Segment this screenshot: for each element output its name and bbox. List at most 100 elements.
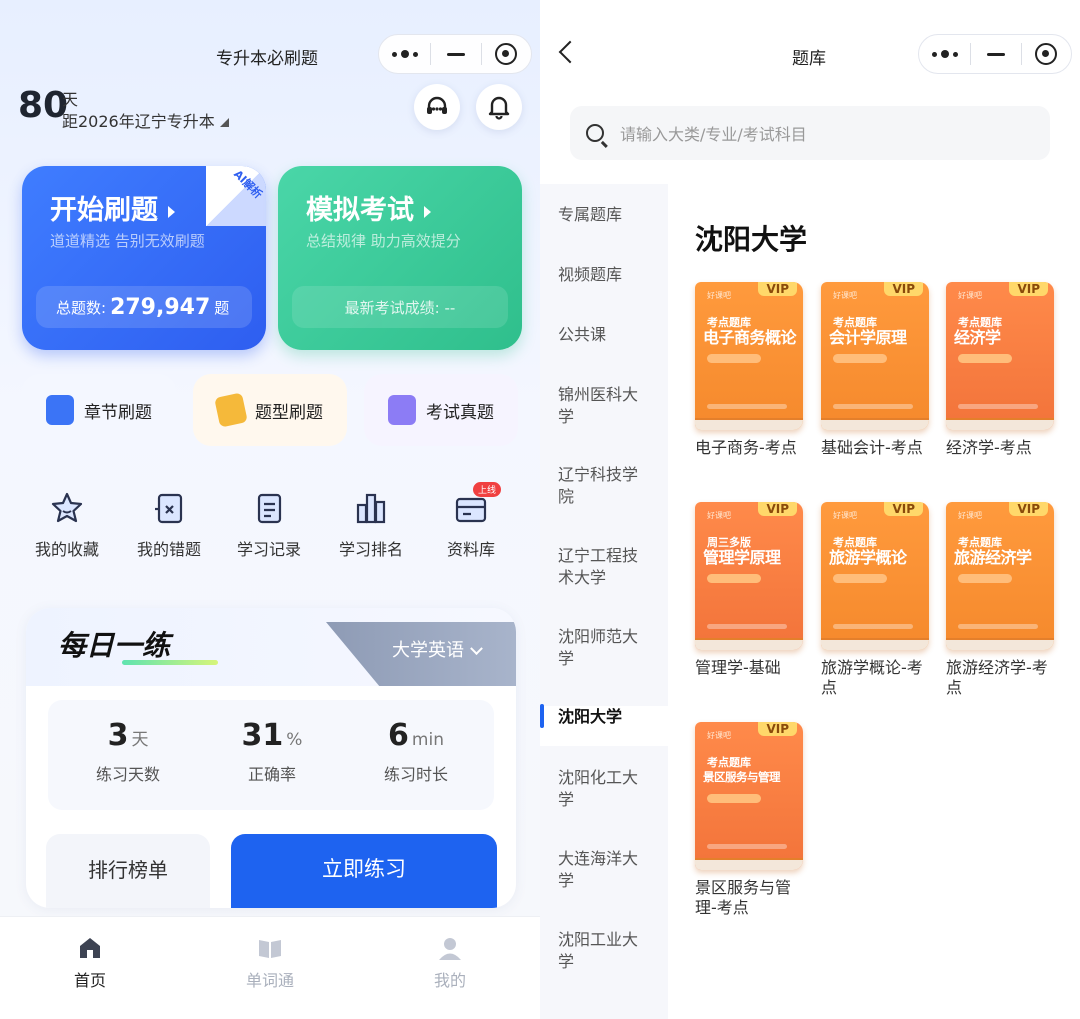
back-arrow-icon[interactable] [558, 40, 582, 64]
chapter-practice-button[interactable]: 章节刷题 [22, 374, 176, 446]
sidebar-item[interactable]: 公共课 [540, 324, 668, 346]
close-mini-program-icon[interactable] [1022, 35, 1071, 73]
daily-practice-panel: 每日一练 大学英语 3天 练习天数 31% 正确率 6 min 练习时长 排行榜单… [26, 608, 516, 908]
nav-title: 题库 [792, 49, 826, 69]
notification-button[interactable] [476, 84, 522, 130]
home-icon [77, 935, 103, 961]
sidebar-item[interactable]: 锦州医科大学 [540, 384, 668, 428]
book-cover: VIP 好课吧 考点题库 会计学原理 [821, 282, 929, 430]
vip-badge: VIP [884, 502, 923, 516]
mini-program-capsule [378, 34, 532, 74]
sidebar-item[interactable]: 专属题库 [540, 204, 668, 226]
sidebar-item[interactable]: 辽宁工程技术大学 [540, 545, 668, 589]
sidebar-item[interactable]: 沈阳师范大学 [540, 626, 668, 670]
start-practice-card[interactable]: 开始刷题 道道精选 告别无效刷题 总题数: 279,947 题 AI解析 [22, 166, 266, 350]
study-record-icon [247, 488, 291, 528]
favorites-button[interactable]: 我的收藏 [22, 488, 112, 560]
book-card[interactable]: VIP 好课吧 周三多版 管理学原理 管理学-基础 [695, 502, 803, 678]
past-exam-icon [388, 395, 416, 425]
sidebar-item[interactable]: 大连海洋大学 [540, 848, 668, 892]
book-cover: VIP 好课吧 考点题库 旅游经济学 [946, 502, 1054, 650]
chapter-icon [46, 395, 74, 425]
sidebar-item[interactable]: 沈阳工业大学 [540, 929, 668, 973]
total-questions-label: 总题数: [56, 298, 107, 317]
study-record-button[interactable]: 学习记录 [224, 488, 314, 560]
countdown-exam-selector[interactable]: 距2026年辽宁专升本 [62, 108, 229, 132]
ai-analysis-badge: AI解析 [206, 166, 266, 226]
library-button[interactable]: 上线 资料库 [426, 482, 516, 560]
section-title: 沈阳大学 [695, 223, 808, 256]
sidebar-item[interactable]: 沈阳化工大学 [540, 767, 668, 811]
countdown-unit: 天 [62, 90, 79, 109]
book-card[interactable]: VIP 好课吧 考点题库 旅游学概论 旅游学概论-考点 [821, 502, 929, 698]
tab-profile[interactable]: 我的 [400, 935, 500, 991]
vip-badge: VIP [758, 282, 797, 296]
search-input[interactable]: 请输入大类/专业/考试科目 [570, 106, 1050, 160]
vip-badge: VIP [1009, 502, 1048, 516]
book-cover: VIP 好课吧 考点题库 旅游学概论 [821, 502, 929, 650]
leaderboard-button[interactable]: 排行榜单 [46, 834, 210, 908]
search-placeholder: 请输入大类/专业/考试科目 [620, 125, 807, 144]
book-card[interactable]: VIP 好课吧 考点题库 会计学原理 基础会计-考点 [821, 282, 929, 458]
book-cover: VIP 好课吧 考点题库 电子商务概论 [695, 282, 803, 430]
wrong-questions-button[interactable]: 我的错题 [124, 488, 214, 560]
practice-stats: 3天 练习天数 31% 正确率 6 min 练习时长 [48, 700, 494, 810]
book-cover: VIP 好课吧 周三多版 管理学原理 [695, 502, 803, 650]
daily-practice-title: 每日一练 [58, 629, 171, 662]
study-record-label: 学习记录 [236, 540, 301, 559]
book-name: 电子商务-考点 [695, 438, 797, 457]
close-mini-program-icon[interactable] [482, 35, 531, 73]
favorites-label: 我的收藏 [34, 540, 99, 559]
more-menu-icon[interactable] [919, 35, 970, 73]
sidebar-item[interactable]: 视频题库 [540, 264, 668, 286]
bell-icon [488, 96, 510, 120]
more-menu-icon[interactable] [379, 35, 430, 73]
ranking-icon [349, 488, 393, 528]
subject-selector-label: 大学英语 [392, 636, 481, 662]
book-name: 旅游学概论-考点 [821, 658, 923, 697]
minimize-icon[interactable] [971, 35, 1020, 73]
past-exam-label: 考试真题 [426, 402, 494, 423]
new-badge: 上线 [472, 482, 501, 497]
start-practice-now-button[interactable]: 立即练习 [231, 834, 497, 908]
latest-score: 最新考试成绩: -- [292, 286, 508, 328]
vip-badge: VIP [884, 282, 923, 296]
stat-practice-time: 6 min 练习时长 [383, 718, 448, 784]
past-exam-button[interactable]: 考试真题 [364, 374, 518, 446]
study-ranking-button[interactable]: 学习排名 [326, 488, 416, 560]
sidebar-item-active[interactable]: 沈阳大学 [540, 704, 668, 746]
total-questions-value: 279,947 [110, 294, 211, 320]
mock-exam-card[interactable]: 模拟考试 总结规律 助力高效提分 最新考试成绩: -- [278, 166, 522, 350]
bottom-tab-bar: 首页 单词通 我的 [0, 916, 540, 1019]
book-name: 旅游经济学-考点 [946, 658, 1048, 697]
star-icon [45, 488, 89, 528]
stat-practice-days: 3天 练习天数 [95, 718, 160, 784]
headset-icon [427, 96, 447, 114]
chapter-practice-label: 章节刷题 [84, 402, 152, 423]
app-root: 专升本必刷题 80 天 距2026年辽宁专升本 开始刷题 道道精选 告别无效刷题… [0, 0, 1080, 1019]
customer-service-button[interactable] [414, 84, 460, 130]
book-card[interactable]: VIP 好课吧 考点题库 电子商务概论 电子商务-考点 [695, 282, 803, 458]
library-label: 资料库 [446, 540, 495, 559]
book-card[interactable]: VIP 好课吧 考点题库 经济学 经济学-考点 [946, 282, 1054, 458]
total-questions-unit: 题 [214, 298, 230, 317]
tab-word-book[interactable]: 单词通 [220, 935, 320, 991]
book-card[interactable]: VIP 好课吧 考点题库 旅游经济学 旅游经济学-考点 [946, 502, 1054, 698]
tab-home[interactable]: 首页 [40, 935, 140, 991]
book-card[interactable]: VIP 好课吧 考点题库 景区服务与管理 景区服务与管理-考点 [695, 722, 803, 918]
study-ranking-label: 学习排名 [338, 540, 403, 559]
search-icon [586, 124, 604, 142]
wrong-questions-label: 我的错题 [136, 540, 201, 559]
minimize-icon[interactable] [431, 35, 480, 73]
question-type-icon [214, 392, 248, 428]
book-cover: VIP 好课吧 考点题库 景区服务与管理 [695, 722, 803, 870]
vip-badge: VIP [1009, 282, 1048, 296]
nav-title: 专升本必刷题 [216, 49, 318, 69]
question-type-practice-button[interactable]: 题型刷题 [193, 374, 347, 446]
start-practice-subtitle: 道道精选 告别无效刷题 [50, 232, 205, 250]
home-screen: 专升本必刷题 80 天 距2026年辽宁专升本 开始刷题 道道精选 告别无效刷题… [0, 0, 540, 1019]
vip-badge: VIP [758, 722, 797, 736]
mock-exam-title: 模拟考试 [306, 188, 431, 227]
stat-accuracy: 31% 正确率 [241, 718, 303, 784]
sidebar-item[interactable]: 辽宁科技学院 [540, 464, 668, 508]
